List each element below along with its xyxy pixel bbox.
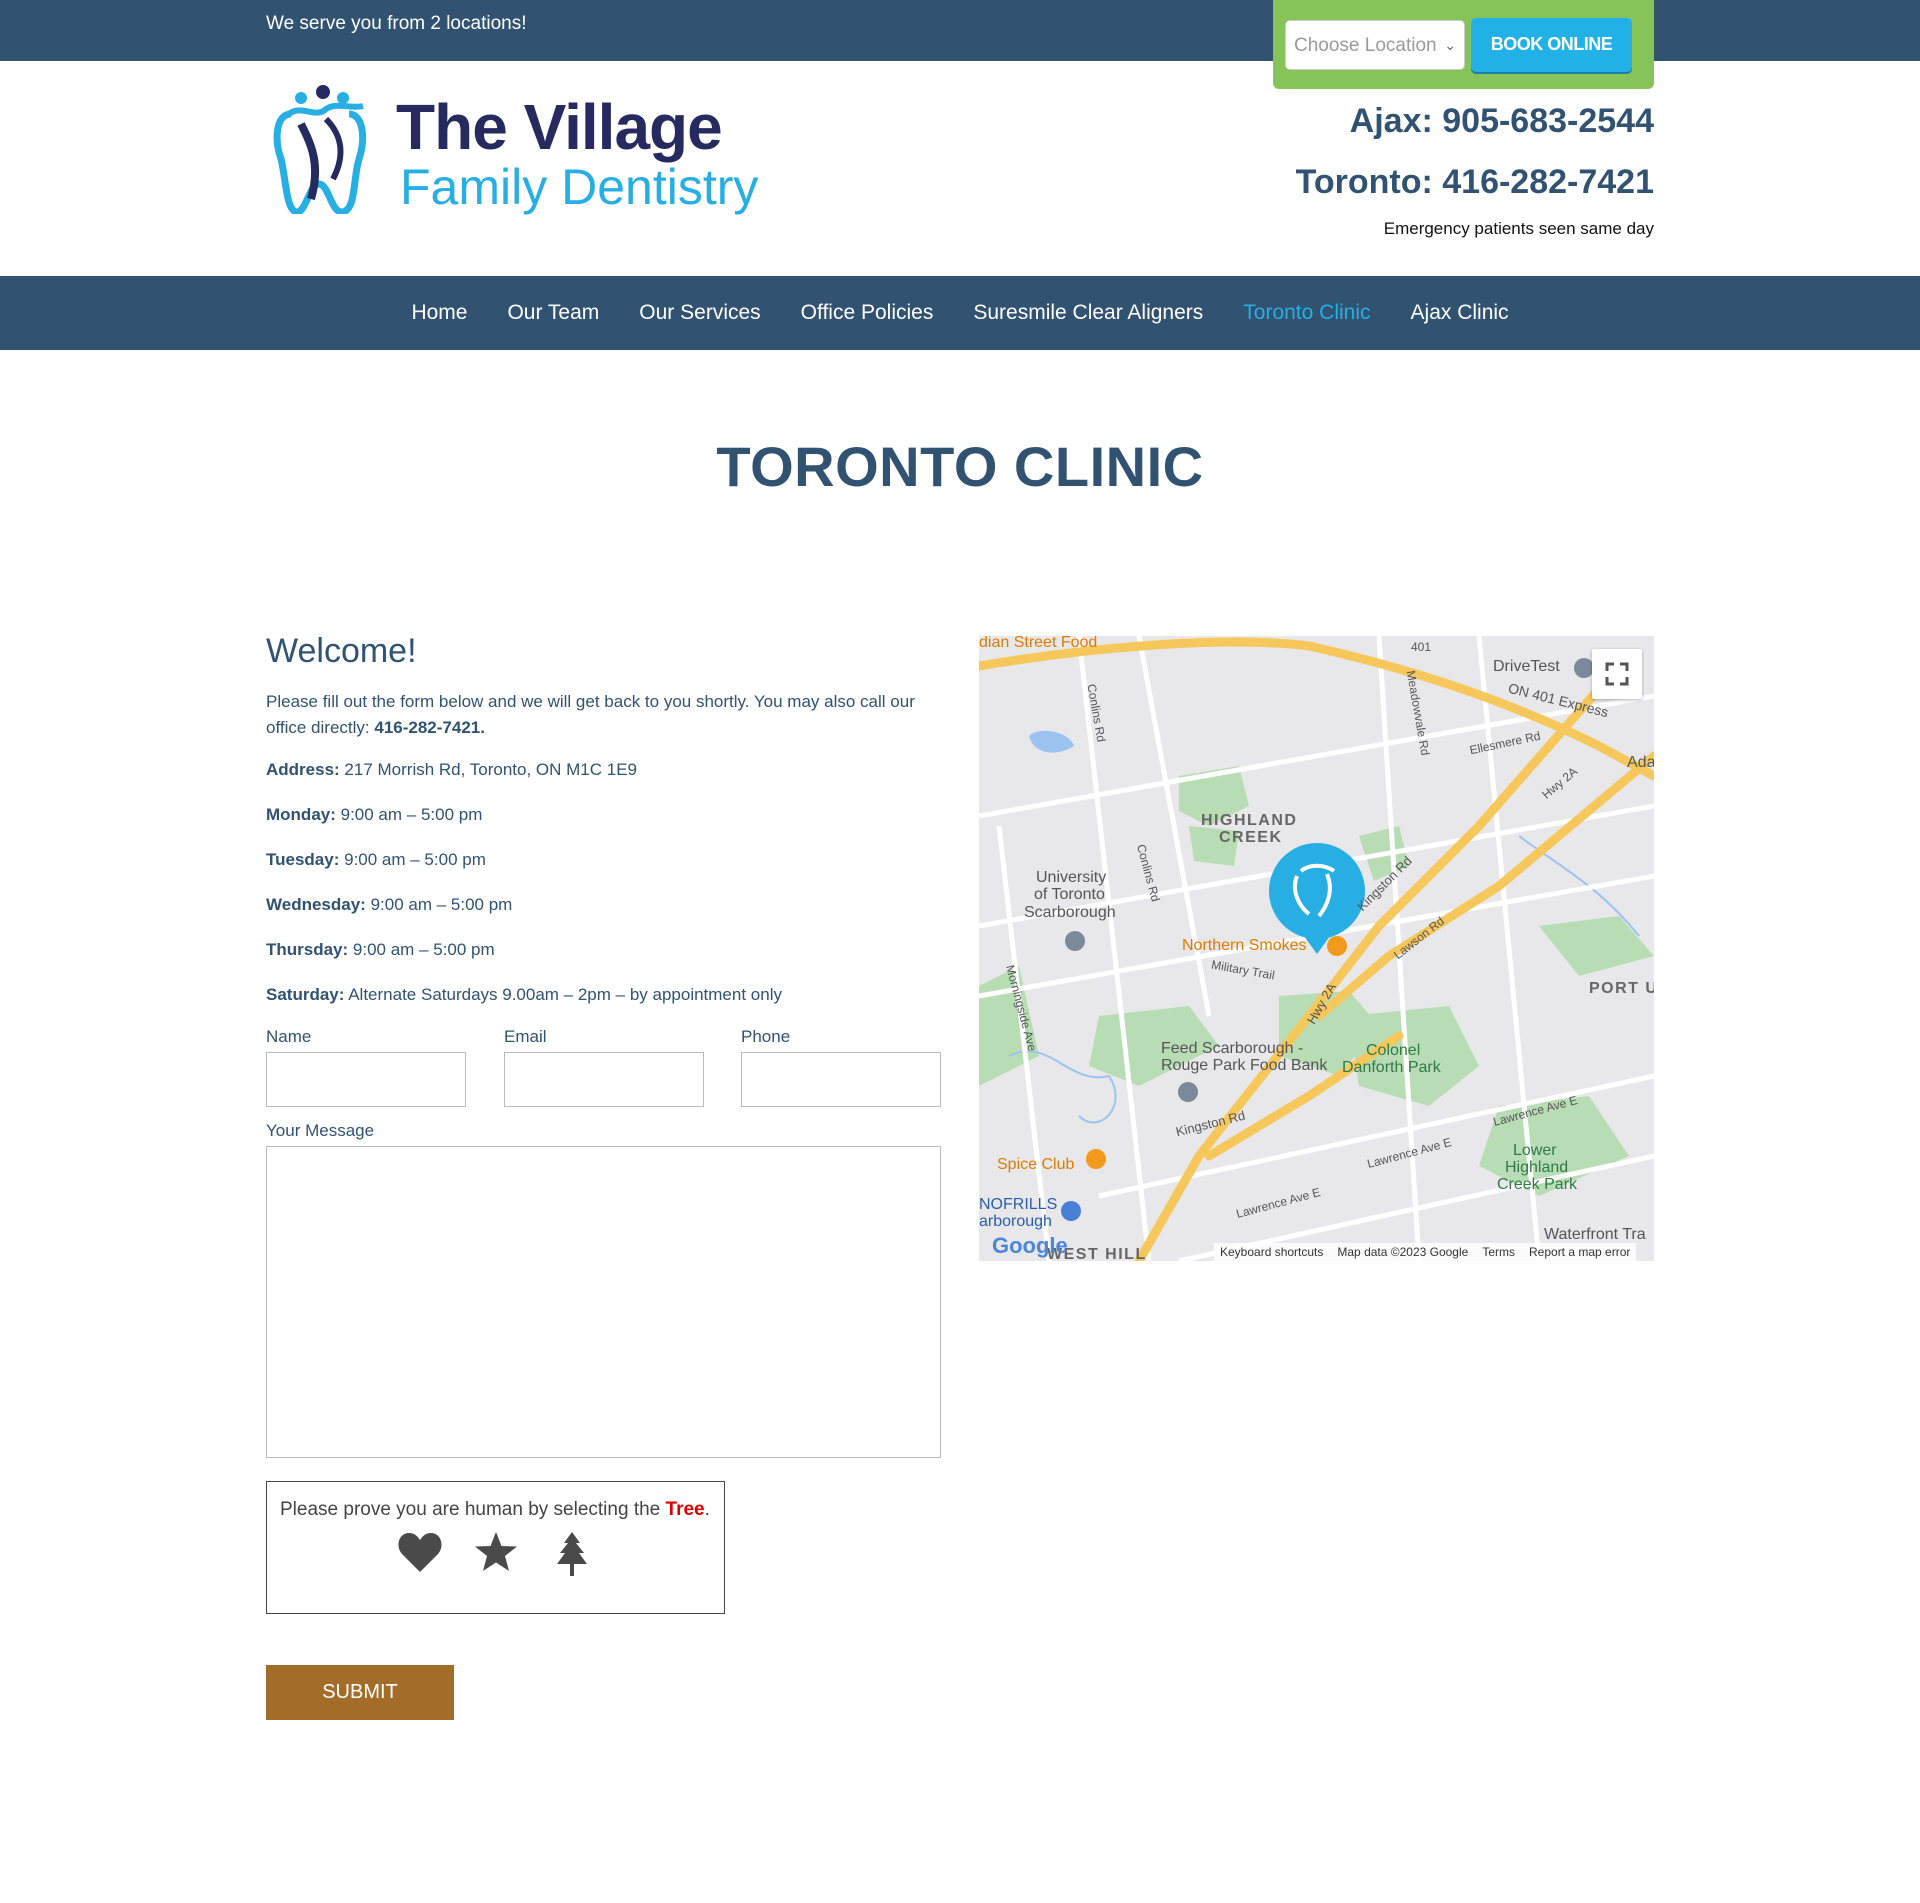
hours-time: Alternate Saturdays 9.00am – 2pm – by ap… xyxy=(348,985,782,1004)
fullscreen-button[interactable] xyxy=(1592,649,1642,699)
logo-subtitle: Family Dentistry xyxy=(400,159,759,215)
intro-body: Please fill out the form below and we wi… xyxy=(266,692,915,737)
clinic-info: Welcome! Please fill out the form below … xyxy=(266,632,942,1030)
logo-title: The Village xyxy=(396,91,723,163)
map-label-hwy401: 401 xyxy=(1411,640,1432,654)
page-title: TORONTO CLINIC xyxy=(716,435,1204,498)
address-label: Address: xyxy=(266,760,340,779)
booking-panel: Choose Location ⌄ BOOK ONLINE xyxy=(1273,0,1654,89)
message-label: Your Message xyxy=(266,1121,375,1140)
name-field[interactable] xyxy=(266,1052,466,1107)
captcha-options xyxy=(397,1530,595,1578)
heart-icon[interactable] xyxy=(397,1530,443,1574)
submit-button[interactable]: SUBMIT xyxy=(266,1665,454,1720)
phone-ajax[interactable]: Ajax: 905-683-2544 xyxy=(1350,102,1654,141)
captcha-suffix: . xyxy=(704,1499,710,1520)
map-label-drivetest: DriveTest xyxy=(1493,658,1560,675)
email-field[interactable] xyxy=(504,1052,704,1107)
hours-line: Wednesday: 9:00 am – 5:00 pm xyxy=(266,895,942,919)
hours-day: Wednesday: xyxy=(266,895,366,914)
map-label-nofrills-1: NOFRILLS xyxy=(979,1196,1058,1213)
map-label-lower-2: Highland xyxy=(1505,1159,1569,1176)
address-value: 217 Morrish Rd, Toronto, ON M1C 1E9 xyxy=(344,760,638,779)
map-label-waterfront: Waterfront Tra xyxy=(1544,1226,1646,1243)
hours-time: 9:00 am – 5:00 pm xyxy=(344,850,486,869)
map-label-port-union: PORT U xyxy=(1589,980,1654,997)
address-line: Address: 217 Morrish Rd, Toronto, ON M1C… xyxy=(266,760,942,784)
location-map[interactable]: dian Street Food 401 DriveTest ON 401 Ex… xyxy=(979,636,1654,1261)
hours-line: Thursday: 9:00 am – 5:00 pm xyxy=(266,940,942,964)
nav-item-our-team[interactable]: Our Team xyxy=(487,301,619,325)
map-label-feed-1: Feed Scarborough - xyxy=(1161,1040,1304,1057)
hours-day: Tuesday: xyxy=(266,850,340,869)
serve-locations-text: We serve you from 2 locations! xyxy=(266,13,527,34)
captcha-target: Tree xyxy=(665,1499,705,1520)
chevron-down-icon: ⌄ xyxy=(1444,37,1456,53)
map-attribution: Keyboard shortcuts Map data ©2023 Google… xyxy=(1214,1243,1637,1261)
map-label-indian-food: dian Street Food xyxy=(979,636,1098,651)
map-data-text: Map data ©2023 Google xyxy=(1337,1245,1469,1259)
location-select-value: Choose Location xyxy=(1294,35,1437,56)
emergency-note: Emergency patients seen same day xyxy=(1383,219,1654,238)
book-online-button[interactable]: BOOK ONLINE xyxy=(1471,18,1632,72)
star-icon[interactable] xyxy=(473,1530,519,1574)
main-nav: Home Our Team Our Services Office Polici… xyxy=(0,276,1920,350)
welcome-heading: Welcome! xyxy=(266,632,417,670)
hours-day: Monday: xyxy=(266,805,336,824)
terms-link[interactable]: Terms xyxy=(1482,1245,1515,1259)
nav-item-our-services[interactable]: Our Services xyxy=(619,301,780,325)
tree-icon[interactable] xyxy=(549,1530,595,1578)
phone-label: Phone xyxy=(741,1027,791,1046)
phone-toronto[interactable]: Toronto: 416-282-7421 xyxy=(1296,163,1654,202)
map-label-feed-2: Rouge Park Food Bank xyxy=(1161,1057,1328,1074)
map-label-ada: Ada xyxy=(1627,754,1654,771)
nav-item-ajax-clinic[interactable]: Ajax Clinic xyxy=(1391,301,1529,325)
map-label-uoft-2: of Toronto xyxy=(1034,886,1105,903)
human-check: Please prove you are human by selecting … xyxy=(266,1481,725,1614)
map-label-lower-3: Creek Park xyxy=(1497,1176,1578,1193)
map-label-highland: HIGHLAND xyxy=(1201,812,1298,829)
map-label-colonel-1: Colonel xyxy=(1366,1042,1421,1059)
map-label-lower-1: Lower xyxy=(1513,1142,1557,1159)
logo[interactable]: The Village Family Dentistry xyxy=(266,84,786,219)
nav-item-suresmile[interactable]: Suresmile Clear Aligners xyxy=(953,301,1223,325)
map-label-uoft-1: University xyxy=(1036,869,1107,886)
report-error-link[interactable]: Report a map error xyxy=(1529,1245,1630,1259)
phone-field[interactable] xyxy=(741,1052,941,1107)
fullscreen-icon xyxy=(1605,662,1629,686)
hours-line: Saturday: Alternate Saturdays 9.00am – 2… xyxy=(266,985,942,1009)
hours-day: Saturday: xyxy=(266,985,345,1004)
google-logo: Google xyxy=(992,1233,1068,1258)
message-textarea[interactable] xyxy=(266,1146,941,1458)
map-label-northern-smokes: Northern Smokes xyxy=(1182,937,1307,954)
keyboard-shortcuts-link[interactable]: Keyboard shortcuts xyxy=(1220,1245,1323,1259)
nav-item-home[interactable]: Home xyxy=(391,301,487,325)
hours-time: 9:00 am – 5:00 pm xyxy=(352,940,495,959)
map-label-nofrills-2: arborough xyxy=(979,1213,1052,1230)
hours-line: Monday: 9:00 am – 5:00 pm xyxy=(266,805,942,829)
map-label-creek: CREEK xyxy=(1219,829,1283,846)
name-label: Name xyxy=(266,1027,312,1046)
location-select[interactable]: Choose Location ⌄ xyxy=(1285,20,1465,70)
intro-phone[interactable]: 416-282-7421. xyxy=(374,718,485,737)
intro-text: Please fill out the form below and we wi… xyxy=(266,689,942,741)
nav-item-office-policies[interactable]: Office Policies xyxy=(781,301,954,325)
map-label-spice-club: Spice Club xyxy=(997,1156,1075,1173)
nav-item-toronto-clinic[interactable]: Toronto Clinic xyxy=(1223,301,1390,325)
captcha-prefix: Please prove you are human by selecting … xyxy=(280,1499,661,1520)
hours-line: Tuesday: 9:00 am – 5:00 pm xyxy=(266,850,942,874)
map-label-colonel-2: Danforth Park xyxy=(1342,1059,1441,1076)
captcha-question: Please prove you are human by selecting … xyxy=(280,1499,710,1521)
tooth-family-logo-icon xyxy=(273,85,367,214)
hours-time: 9:00 am – 5:00 pm xyxy=(370,895,513,914)
hours-day: Thursday: xyxy=(266,940,349,959)
email-label: Email xyxy=(504,1027,547,1046)
hours-time: 9:00 am – 5:00 pm xyxy=(340,805,483,824)
map-label-uoft-3: Scarborough xyxy=(1024,904,1116,921)
